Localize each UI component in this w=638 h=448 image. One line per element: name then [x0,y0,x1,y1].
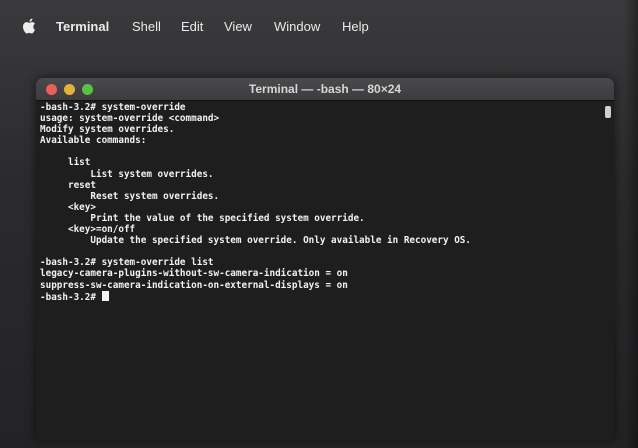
text-cursor [101,290,109,301]
menu-shell[interactable]: Shell [132,19,161,34]
menu-terminal[interactable]: Terminal [56,19,109,34]
terminal-line: -bash-3.2# system-override [40,102,186,113]
terminal-line: Print the value of the specified system … [40,212,365,224]
vertical-scrollbar[interactable] [604,104,612,434]
terminal-line: <key>=on/off [40,224,136,236]
window-titlebar[interactable]: Terminal — -bash — 80×24 [36,78,614,101]
terminal-line: List system overrides. [40,168,214,180]
terminal-line: Available commands: [40,135,147,147]
terminal-line: usage: system-override <command> [40,113,220,125]
terminal-line: reset [40,179,96,191]
window-title: Terminal — -bash — 80×24 [248,82,402,96]
menu-window[interactable]: Window [274,19,320,34]
terminal-output[interactable]: -bash-3.2# system-override usage: system… [40,102,596,436]
terminal-line: list [40,157,91,169]
screen-bezel [624,0,638,448]
terminal-line: legacy-camera-plugins-without-sw-camera-… [40,268,348,280]
terminal-line: Reset system overrides. [40,190,220,202]
menu-edit[interactable]: Edit [181,19,203,34]
desktop-screen: Terminal Shell Edit View Window Help Ter… [0,0,638,448]
terminal-prompt: -bash-3.2# [40,291,102,303]
apple-icon[interactable] [22,18,36,34]
terminal-line: Update the specified system override. On… [40,235,471,247]
menu-view[interactable]: View [224,19,252,34]
terminal-prompt-line[interactable]: -bash-3.2# [40,290,596,303]
terminal-window[interactable]: Terminal — -bash — 80×24 -bash-3.2# syst… [36,78,614,440]
menu-help[interactable]: Help [342,19,369,34]
terminal-line: Modify system overrides. [40,124,175,136]
scroll-thumb[interactable] [605,106,611,118]
terminal-line: suppress-sw-camera-indication-on-externa… [40,279,348,291]
terminal-line: -bash-3.2# system-override list [40,257,214,269]
terminal-line: <key> [40,201,96,213]
menu-bar: Terminal Shell Edit View Window Help [0,8,638,44]
